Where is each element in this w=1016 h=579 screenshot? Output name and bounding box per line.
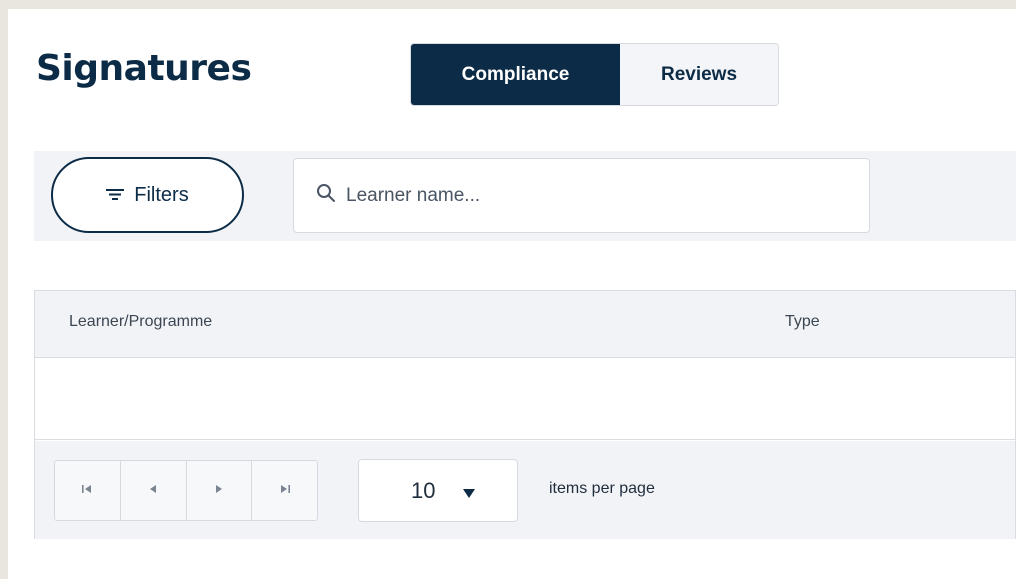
grid-header: Learner/Programme Type xyxy=(35,291,1015,358)
learner-search-input[interactable] xyxy=(346,184,826,207)
filters-button[interactable]: Filters xyxy=(51,157,244,233)
pager-buttons xyxy=(54,460,318,521)
previous-page-icon xyxy=(147,482,159,500)
signatures-grid: Learner/Programme Type 10 items per page xyxy=(34,290,1016,539)
pager: 10 items per page xyxy=(35,441,1015,539)
items-per-page-label: items per page xyxy=(549,480,655,497)
first-page-button[interactable] xyxy=(55,461,121,520)
search-box xyxy=(293,158,870,233)
column-header-learner-programme[interactable]: Learner/Programme xyxy=(69,313,212,331)
previous-page-button[interactable] xyxy=(121,461,187,520)
grid-body xyxy=(35,358,1015,440)
caret-down-icon xyxy=(463,478,476,504)
page-title: Signatures xyxy=(36,48,252,89)
first-page-icon xyxy=(81,482,93,500)
next-page-icon xyxy=(213,482,225,500)
page-size-value: 10 xyxy=(411,477,436,503)
page: Signatures Compliance Reviews Filters Le… xyxy=(8,9,1016,579)
filters-button-label: Filters xyxy=(134,183,189,206)
tab-compliance[interactable]: Compliance xyxy=(411,44,620,105)
tab-group: Compliance Reviews xyxy=(410,43,779,106)
search-icon xyxy=(316,183,336,208)
column-header-type[interactable]: Type xyxy=(785,313,820,331)
filter-bar: Filters xyxy=(34,151,1016,241)
page-size-dropdown[interactable]: 10 xyxy=(358,459,518,522)
last-page-icon xyxy=(279,482,291,500)
tab-reviews[interactable]: Reviews xyxy=(620,44,778,105)
next-page-button[interactable] xyxy=(187,461,253,520)
last-page-button[interactable] xyxy=(252,461,317,520)
filter-lines-icon xyxy=(106,184,125,207)
